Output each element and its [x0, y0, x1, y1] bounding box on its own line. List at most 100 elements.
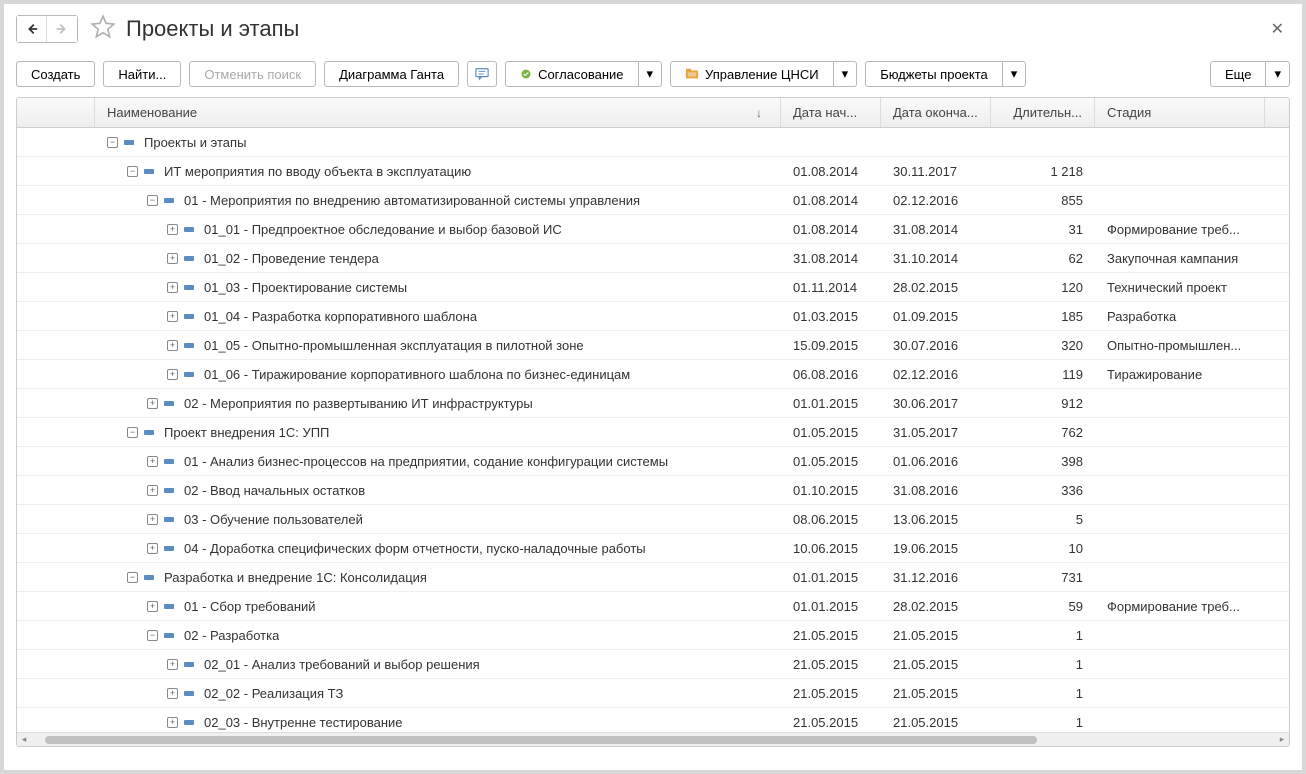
expand-icon[interactable]: +	[167, 311, 178, 322]
row-name-cell[interactable]: +02 - Мероприятия по развертыванию ИТ ин…	[95, 389, 781, 417]
expand-icon[interactable]: +	[167, 688, 178, 699]
budgets-dropdown[interactable]: Бюджеты проекта ▾	[865, 61, 1026, 87]
cancel-search-button[interactable]: Отменить поиск	[189, 61, 316, 87]
table-row[interactable]: +02_01 - Анализ требований и выбор решен…	[17, 650, 1289, 679]
row-name-cell[interactable]: +01_05 - Опытно-промышленная эксплуатаци…	[95, 331, 781, 359]
table-row[interactable]: −01 - Мероприятия по внедрению автоматиз…	[17, 186, 1289, 215]
comments-button[interactable]	[467, 61, 497, 87]
table-row[interactable]: +01 - Анализ бизнес-процессов на предпри…	[17, 447, 1289, 476]
item-icon	[164, 633, 174, 638]
more-caret[interactable]: ▾	[1266, 61, 1290, 87]
collapse-icon[interactable]: −	[127, 427, 138, 438]
expand-icon[interactable]: +	[167, 282, 178, 293]
approval-main[interactable]: Согласование	[505, 61, 638, 87]
row-name-cell[interactable]: +04 - Доработка специфических форм отчет…	[95, 534, 781, 562]
row-name-cell[interactable]: +03 - Обучение пользователей	[95, 505, 781, 533]
row-name-cell[interactable]: +02_02 - Реализация ТЗ	[95, 679, 781, 707]
gantt-button[interactable]: Диаграмма Ганта	[324, 61, 459, 87]
more-main[interactable]: Еще	[1210, 61, 1266, 87]
table-row[interactable]: +02_03 - Внутренне тестирование21.05.201…	[17, 708, 1289, 732]
row-name-cell[interactable]: +01_03 - Проектирование системы	[95, 273, 781, 301]
collapse-icon[interactable]: −	[147, 195, 158, 206]
expand-icon[interactable]: +	[167, 224, 178, 235]
col-prefix[interactable]	[17, 98, 95, 127]
table-row[interactable]: +02_02 - Реализация ТЗ21.05.201521.05.20…	[17, 679, 1289, 708]
scroll-right-icon[interactable]: ▸	[1275, 734, 1289, 745]
table-row[interactable]: −Проекты и этапы	[17, 128, 1289, 157]
scroll-left-icon[interactable]: ◂	[17, 734, 31, 745]
col-name[interactable]: Наименование ↓	[95, 98, 781, 127]
table-row[interactable]: +01_06 - Тиражирование корпоративного ша…	[17, 360, 1289, 389]
expand-icon[interactable]: +	[167, 340, 178, 351]
row-name-cell[interactable]: −02 - Разработка	[95, 621, 781, 649]
table-row[interactable]: +01_02 - Проведение тендера31.08.201431.…	[17, 244, 1289, 273]
expand-icon[interactable]: +	[167, 369, 178, 380]
expand-icon[interactable]: +	[147, 601, 158, 612]
row-name-cell[interactable]: −Разработка и внедрение 1С: Консолидация	[95, 563, 781, 591]
expand-icon[interactable]: +	[147, 514, 158, 525]
chevron-down-icon: ▾	[1274, 66, 1281, 82]
table-row[interactable]: −ИТ мероприятия по вводу объекта в экспл…	[17, 157, 1289, 186]
favorite-star[interactable]	[90, 14, 116, 43]
management-dropdown[interactable]: Управление ЦНСИ ▾	[670, 61, 857, 87]
row-name-cell[interactable]: −Проекты и этапы	[95, 128, 781, 156]
expand-icon[interactable]: +	[147, 485, 158, 496]
budgets-caret[interactable]: ▾	[1003, 61, 1027, 87]
table-row[interactable]: +01 - Сбор требований01.01.201528.02.201…	[17, 592, 1289, 621]
table-row[interactable]: −Проект внедрения 1С: УПП01.05.201531.05…	[17, 418, 1289, 447]
collapse-icon[interactable]: −	[107, 137, 118, 148]
expand-icon[interactable]: +	[167, 659, 178, 670]
table-row[interactable]: −Разработка и внедрение 1С: Консолидация…	[17, 563, 1289, 592]
item-icon	[184, 256, 194, 261]
expand-icon[interactable]: +	[147, 398, 158, 409]
row-date-end: 21.05.2015	[881, 621, 991, 649]
row-name-label: 02_03 - Внутренне тестирование	[204, 715, 403, 730]
row-name-cell[interactable]: +02_03 - Внутренне тестирование	[95, 708, 781, 732]
row-name-cell[interactable]: +02_01 - Анализ требований и выбор решен…	[95, 650, 781, 678]
back-button[interactable]	[17, 16, 47, 42]
management-main[interactable]: Управление ЦНСИ	[670, 61, 834, 87]
scroll-thumb[interactable]	[45, 736, 1037, 744]
table-row[interactable]: −02 - Разработка21.05.201521.05.20151	[17, 621, 1289, 650]
row-name-cell[interactable]: −ИТ мероприятия по вводу объекта в экспл…	[95, 157, 781, 185]
table-row[interactable]: +01_04 - Разработка корпоративного шабло…	[17, 302, 1289, 331]
collapse-icon[interactable]: −	[127, 166, 138, 177]
row-name-cell[interactable]: −01 - Мероприятия по внедрению автоматиз…	[95, 186, 781, 214]
table-row[interactable]: +01_01 - Предпроектное обследование и вы…	[17, 215, 1289, 244]
expand-icon[interactable]: +	[167, 253, 178, 264]
table-row[interactable]: +02 - Ввод начальных остатков01.10.20153…	[17, 476, 1289, 505]
col-date-end[interactable]: Дата оконча...	[881, 98, 991, 127]
expand-icon[interactable]: +	[167, 717, 178, 728]
table-row[interactable]: +04 - Доработка специфических форм отчет…	[17, 534, 1289, 563]
table-row[interactable]: +01_03 - Проектирование системы01.11.201…	[17, 273, 1289, 302]
close-button[interactable]: ✕	[1265, 15, 1290, 43]
row-name-cell[interactable]: +01_04 - Разработка корпоративного шабло…	[95, 302, 781, 330]
table-row[interactable]: +03 - Обучение пользователей08.06.201513…	[17, 505, 1289, 534]
col-duration[interactable]: Длительн...	[991, 98, 1095, 127]
row-name-cell[interactable]: +01 - Сбор требований	[95, 592, 781, 620]
col-stage[interactable]: Стадия	[1095, 98, 1265, 127]
row-name-cell[interactable]: −Проект внедрения 1С: УПП	[95, 418, 781, 446]
row-name-cell[interactable]: +01_06 - Тиражирование корпоративного ша…	[95, 360, 781, 388]
forward-button[interactable]	[47, 16, 77, 42]
create-button[interactable]: Создать	[16, 61, 95, 87]
table-body[interactable]: −Проекты и этапы−ИТ мероприятия по вводу…	[17, 128, 1289, 732]
approval-caret[interactable]: ▾	[639, 61, 663, 87]
row-name-cell[interactable]: +01 - Анализ бизнес-процессов на предпри…	[95, 447, 781, 475]
expand-icon[interactable]: +	[147, 456, 158, 467]
collapse-icon[interactable]: −	[147, 630, 158, 641]
budgets-main[interactable]: Бюджеты проекта	[865, 61, 1003, 87]
more-dropdown[interactable]: Еще ▾	[1210, 61, 1290, 87]
approval-dropdown[interactable]: Согласование ▾	[505, 61, 662, 87]
collapse-icon[interactable]: −	[127, 572, 138, 583]
management-caret[interactable]: ▾	[834, 61, 858, 87]
table-row[interactable]: +02 - Мероприятия по развертыванию ИТ ин…	[17, 389, 1289, 418]
table-row[interactable]: +01_05 - Опытно-промышленная эксплуатаци…	[17, 331, 1289, 360]
col-date-start[interactable]: Дата нач...	[781, 98, 881, 127]
row-name-cell[interactable]: +01_02 - Проведение тендера	[95, 244, 781, 272]
horizontal-scrollbar[interactable]: ◂ ▸	[17, 732, 1289, 746]
find-button[interactable]: Найти...	[103, 61, 181, 87]
expand-icon[interactable]: +	[147, 543, 158, 554]
row-name-cell[interactable]: +02 - Ввод начальных остатков	[95, 476, 781, 504]
row-name-cell[interactable]: +01_01 - Предпроектное обследование и вы…	[95, 215, 781, 243]
